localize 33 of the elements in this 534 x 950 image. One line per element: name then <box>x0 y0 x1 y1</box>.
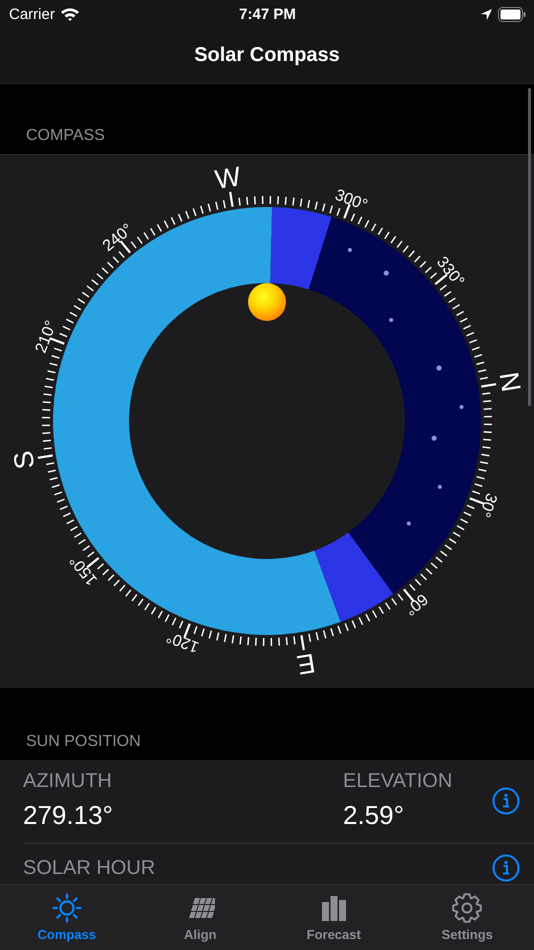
field-value: 2.59° <box>343 800 406 831</box>
tab[interactable]: Forecast <box>267 885 400 950</box>
tab[interactable]: Settings <box>400 885 534 950</box>
cardinal-label: N <box>494 370 526 394</box>
wifi-icon <box>60 7 80 21</box>
settings-icon <box>452 893 482 923</box>
degree-label: 30° <box>475 490 500 520</box>
degree-label: 300° <box>332 186 370 214</box>
section-header: SUN POSITION <box>26 733 141 751</box>
carrier-name: Carrier <box>9 6 55 22</box>
section-header: COMPASS <box>26 127 105 145</box>
degree-label: 210° <box>32 318 60 356</box>
location-arrow-icon <box>480 8 493 20</box>
screen-title: Solar Compass <box>194 44 340 67</box>
info-icon[interactable] <box>492 786 520 814</box>
cardinal-label: W <box>213 161 243 195</box>
field-label: ELEVATION <box>343 770 452 793</box>
degree-label: 120° <box>164 628 202 656</box>
battery-icon <box>498 6 526 22</box>
cardinal-label: S <box>8 448 40 472</box>
degree-label: 330° <box>433 254 468 290</box>
info-icon[interactable] <box>492 854 520 882</box>
sun-marker-icon <box>248 283 286 321</box>
tab[interactable]: Align <box>134 885 267 950</box>
cardinal-label: E <box>294 648 318 680</box>
field-label: AZIMUTH <box>23 770 113 793</box>
field-value: 279.13° <box>23 800 114 831</box>
degree-label: 150° <box>66 552 101 588</box>
tab[interactable]: Compass <box>0 885 134 950</box>
field-label: SOLAR HOUR <box>23 856 156 880</box>
sun-icon <box>52 893 82 923</box>
status-time: 7:47 PM <box>239 6 296 22</box>
degree-label: 60° <box>401 590 431 618</box>
